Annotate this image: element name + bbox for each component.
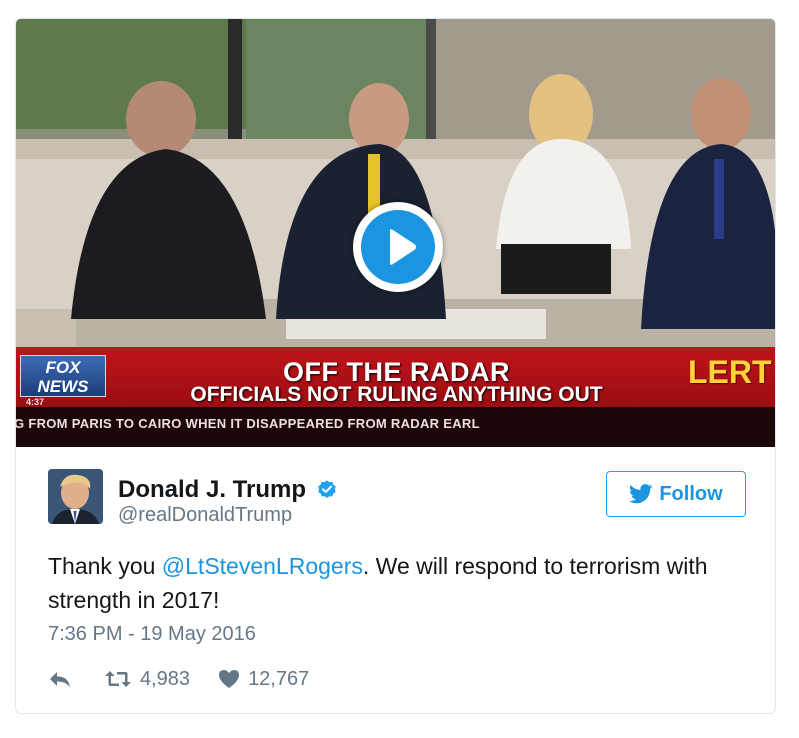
avatar[interactable] xyxy=(48,469,103,524)
verified-badge-icon xyxy=(318,480,337,498)
heart-icon xyxy=(219,670,240,688)
retweet-count: 4,983 xyxy=(140,667,191,690)
tweet-card: FOX NEWS 4:37 OFF THE RADAR OFFICIALS NO… xyxy=(15,18,776,714)
news-crawl-text: G FROM PARIS TO CAIRO WHEN IT DISAPPEARE… xyxy=(16,416,480,431)
name-row[interactable]: Donald J. Trump xyxy=(118,476,338,503)
reply-button[interactable] xyxy=(48,669,72,689)
display-name[interactable]: Donald J. Trump xyxy=(118,476,306,503)
follow-button[interactable]: Follow xyxy=(606,471,746,517)
video-player[interactable]: FOX NEWS 4:37 OFF THE RADAR OFFICIALS NO… xyxy=(16,19,775,447)
twitter-bird-icon xyxy=(629,484,653,504)
tweet-text-start: Thank you xyxy=(48,553,162,579)
user-handle[interactable]: @realDonaldTrump xyxy=(118,504,292,527)
tweet-text: Thank you @LtStevenLRogers. We will resp… xyxy=(48,549,748,617)
reply-icon xyxy=(50,672,70,687)
alert-badge: LERT xyxy=(688,354,772,390)
headline-subtitle: OFFICIALS NOT RULING ANYTHING OUT xyxy=(190,383,603,406)
mention-link[interactable]: @LtStevenLRogers xyxy=(162,553,363,579)
like-count: 12,767 xyxy=(248,667,310,690)
follow-button-label: Follow xyxy=(659,482,723,505)
tweet-actions: 4,983 12,767 xyxy=(48,664,309,694)
tweet-timestamp[interactable]: 7:36 PM - 19 May 2016 xyxy=(48,623,256,646)
avatar-image xyxy=(48,469,103,524)
like-button[interactable]: 12,767 xyxy=(218,668,309,691)
play-icon xyxy=(390,229,416,265)
play-button[interactable] xyxy=(353,202,443,292)
retweet-button[interactable]: 4,983 xyxy=(104,668,190,691)
retweet-icon xyxy=(105,671,131,687)
